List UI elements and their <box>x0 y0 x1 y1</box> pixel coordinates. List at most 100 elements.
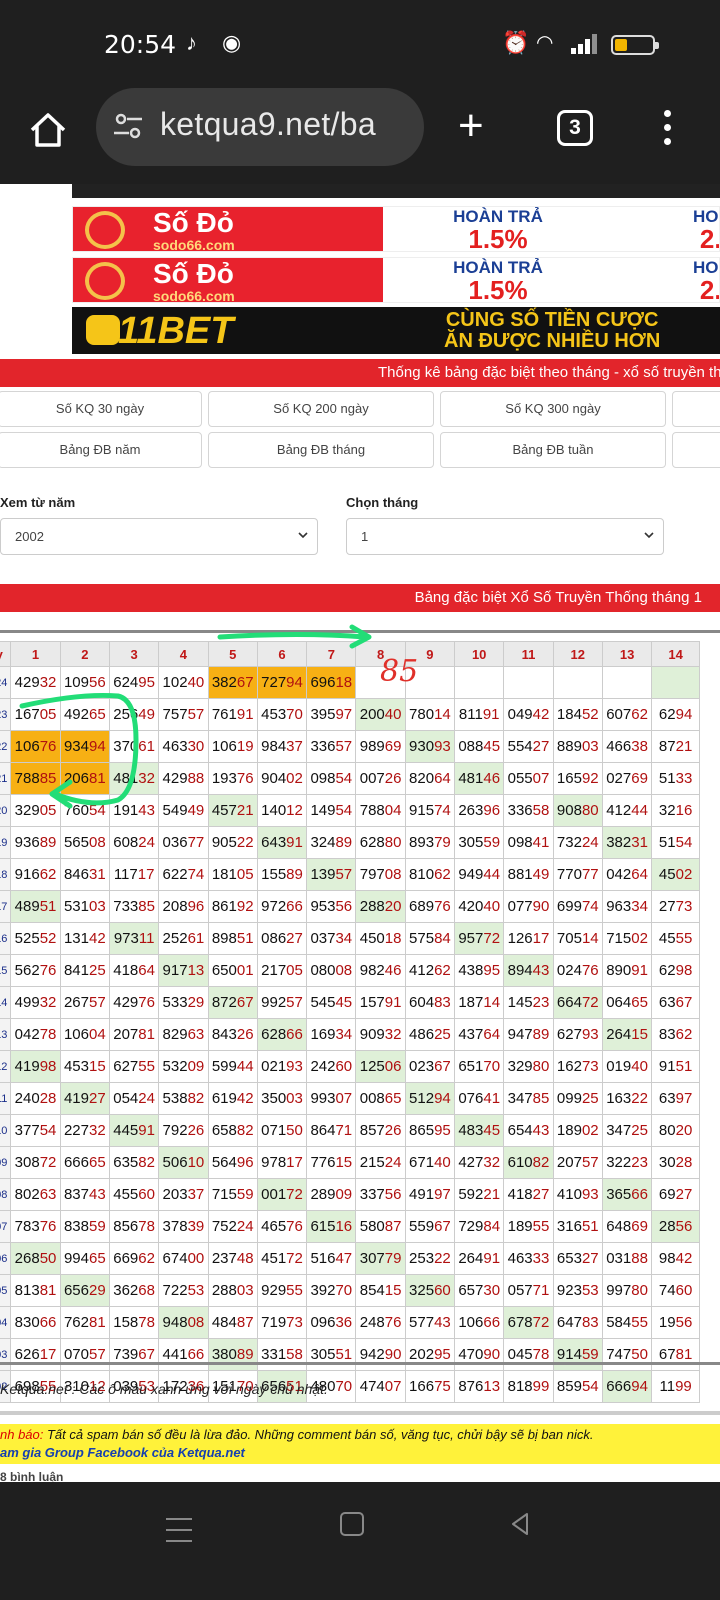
result-cell: 38267 <box>207 666 258 699</box>
result-prefix: 106 <box>211 738 237 755</box>
result-last-two: 14 <box>483 994 501 1011</box>
result-cell: 03188 <box>601 1242 653 1275</box>
ad-banner-top[interactable] <box>72 184 720 198</box>
result-prefix: 055 <box>507 770 533 787</box>
result-cell: 00865 <box>355 1082 406 1115</box>
result-last-two: 13 <box>483 1378 501 1395</box>
result-cell <box>552 666 603 699</box>
result-cell: 76281 <box>59 1306 110 1339</box>
result-prefix: 382 <box>211 674 237 691</box>
result-prefix: 865 <box>409 1122 435 1139</box>
result-cell: 80263 <box>10 1178 61 1211</box>
result-cell: 1199 <box>651 1370 700 1403</box>
result-prefix: 689 <box>409 898 435 915</box>
address-bar[interactable]: ketqua9.net/ba <box>96 88 424 166</box>
result-last-two: 45 <box>335 994 353 1011</box>
ad-banner-11bet[interactable]: 11BET CÙNG SỐ TIỀN CƯỢC ĂN ĐƯỢC NHIỀU HƠN <box>72 307 720 354</box>
result-last-two: 12 <box>286 802 303 819</box>
day-header: 11 <box>503 641 554 667</box>
result-prefix: 131 <box>63 930 89 947</box>
result-last-two: 04 <box>88 1026 106 1043</box>
result-last-two: 39 <box>187 1218 205 1235</box>
new-tab-icon[interactable]: + <box>458 104 484 148</box>
table-row: 2210676934943706146330106199843733657989… <box>0 730 700 763</box>
ad-banner-sodo-2[interactable]: Số Đỏsodo66.com HOÀN TRẢ1.5% HOÀN2.2 <box>72 257 720 303</box>
btn-kq-30[interactable]: Số KQ 30 ngày <box>0 391 202 427</box>
tab-switcher-button[interactable]: 3 <box>557 110 593 146</box>
home-nav-icon[interactable] <box>340 1512 364 1536</box>
month-select[interactable]: 1 <box>346 518 664 555</box>
sodo-brand: Số Đỏ <box>153 207 234 238</box>
result-cell: 42932 <box>10 666 61 699</box>
result-prefix: 890 <box>606 962 632 979</box>
btn-more-1[interactable] <box>672 391 720 427</box>
result-last-two: 95 <box>483 962 501 979</box>
result-last-two: 43 <box>434 1314 451 1331</box>
result-last-two: 05 <box>236 866 254 883</box>
btn-db-tuan[interactable]: Bảng ĐB tuần <box>440 432 666 468</box>
btn-db-nam[interactable]: Bảng ĐB năm <box>0 432 202 468</box>
result-prefix: 538 <box>162 1090 188 1107</box>
facebook-group-link[interactable]: am gia Group Facebook của Ketqua.net <box>0 1444 720 1462</box>
btn-db-thang[interactable]: Bảng ĐB tháng <box>208 432 434 468</box>
result-last-two: 22 <box>236 834 254 851</box>
result-last-two: 93 <box>434 738 451 755</box>
home-icon[interactable] <box>28 110 68 150</box>
result-cell: 68976 <box>404 890 456 923</box>
result-cell: 6927 <box>651 1178 700 1211</box>
result-cell: 18714 <box>454 986 505 1019</box>
result-last-two: 97 <box>434 1186 451 1203</box>
result-prefix: 481 <box>458 770 484 787</box>
year-select[interactable]: 2002 <box>0 518 318 555</box>
ad-banner-sodo-1[interactable]: Số Đỏsodo66.com HOÀN TRẢ1.5% HOÀN2.2 <box>72 206 720 252</box>
recents-icon[interactable] <box>166 1518 192 1551</box>
btn-more-2[interactable] <box>672 432 720 468</box>
result-prefix: 008 <box>359 1090 385 1107</box>
result-prefix: 305 <box>310 1346 336 1363</box>
result-last-two: 53 <box>187 1282 205 1299</box>
result-last-two: 11 <box>138 930 155 947</box>
result-prefix: 054 <box>113 1090 139 1107</box>
result-last-two: 02 <box>581 1122 599 1139</box>
result-cell: 16322 <box>601 1082 653 1115</box>
fist-icon <box>86 315 120 345</box>
result-last-two: 51 <box>335 1346 353 1363</box>
result-cell: 98969 <box>355 730 406 763</box>
result-prefix: 042 <box>14 1026 40 1043</box>
result-last-two: 72 <box>483 930 501 947</box>
result-prefix: 650 <box>211 962 237 979</box>
result-cell: 03677 <box>158 826 209 859</box>
result-last-two: 81 <box>88 1314 106 1331</box>
result-cell: 26491 <box>454 1242 505 1275</box>
result-cell: 36268 <box>108 1274 160 1307</box>
result-prefix: 947 <box>507 1026 533 1043</box>
result-prefix: 872 <box>211 994 237 1011</box>
result-last-two: 25 <box>631 1122 648 1139</box>
back-icon[interactable] <box>510 1512 530 1536</box>
result-cell: 19376 <box>207 762 258 795</box>
result-prefix: 080 <box>310 962 336 979</box>
result-last-two: 60 <box>675 1282 693 1299</box>
result-prefix: 80 <box>658 1122 676 1139</box>
result-cell: 92353 <box>552 1274 603 1307</box>
result-cell: 77615 <box>306 1146 357 1179</box>
result-cell: 4555 <box>651 922 700 955</box>
result-prefix: 841 <box>63 962 89 979</box>
site-settings-icon[interactable] <box>112 110 144 142</box>
result-last-two: 60 <box>138 1186 155 1203</box>
result-prefix: 651 <box>458 1058 484 1075</box>
table-row: 0930872666656358250610564969781777615215… <box>0 1146 700 1179</box>
result-cell: 01940 <box>601 1050 653 1083</box>
result-prefix: 915 <box>409 802 435 819</box>
result-prefix: 818 <box>507 1378 533 1395</box>
btn-kq-200[interactable]: Số KQ 200 ngày <box>208 391 434 427</box>
btn-kq-300[interactable]: Số KQ 300 ngày <box>440 391 666 427</box>
more-menu-icon[interactable] <box>664 110 674 152</box>
result-cell: 83066 <box>10 1306 61 1339</box>
result-last-two: 51 <box>39 898 57 915</box>
result-last-two: 62 <box>39 866 57 883</box>
result-cell: 45560 <box>108 1178 160 1211</box>
result-prefix: 109 <box>63 674 89 691</box>
url-text[interactable]: ketqua9.net/ba <box>160 106 414 143</box>
result-last-two: 51 <box>581 1218 599 1235</box>
